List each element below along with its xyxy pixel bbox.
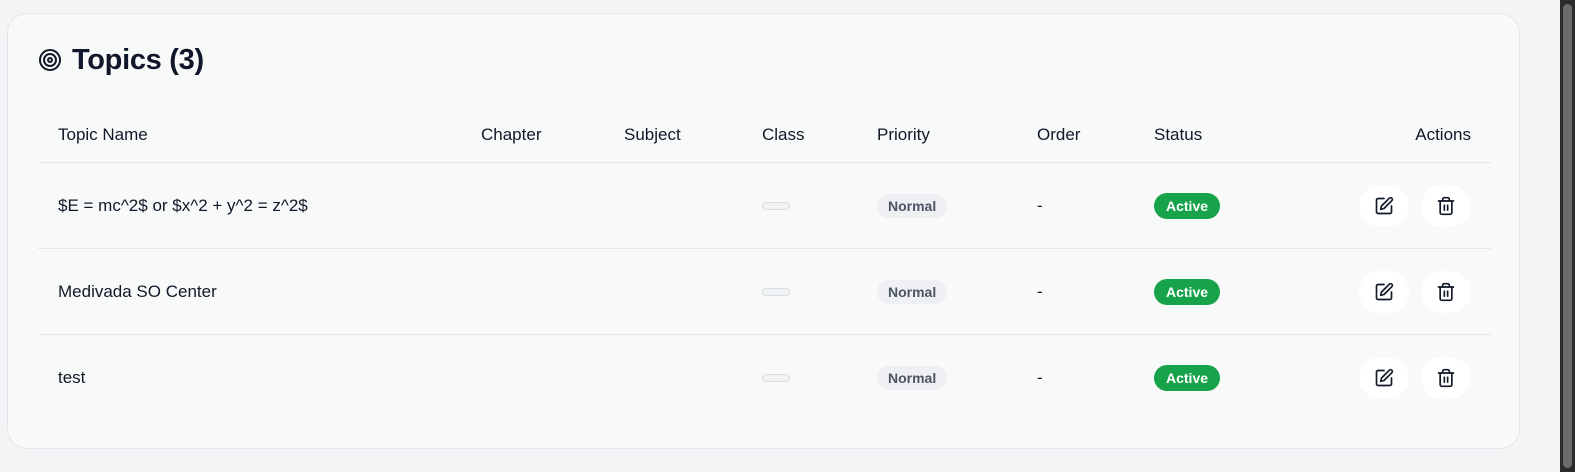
edit-icon <box>1375 196 1394 214</box>
edit-icon <box>1375 368 1394 386</box>
cell-actions <box>1359 335 1471 420</box>
table-row: Medivada SO Center Normal - Active <box>38 249 1491 335</box>
cell-priority: Normal <box>877 335 948 420</box>
header-order: Order <box>1037 125 1081 144</box>
header-subject: Subject <box>624 125 681 144</box>
table-row: $E = mc^2$ or $x^2 + y^2 = z^2$ Normal -… <box>38 163 1491 249</box>
cell-class <box>762 335 790 420</box>
cell-topic-name: Medivada SO Center <box>58 281 217 301</box>
topics-table: Topic Name Chapter Subject Class Priorit… <box>38 106 1491 421</box>
cell-topic-name: test <box>58 367 86 387</box>
cell-topic-name: $E = mc^2$ or $x^2 + y^2 = z^2$ <box>58 195 308 215</box>
class-chip <box>762 287 790 296</box>
delete-button[interactable] <box>1421 270 1471 313</box>
priority-badge: Normal <box>877 279 948 304</box>
table-row: test Normal - Active <box>38 335 1491 421</box>
header-topic-name: Topic Name <box>58 125 148 144</box>
cell-status: Active <box>1154 163 1221 248</box>
cell-actions <box>1359 163 1471 248</box>
cell-status: Active <box>1154 335 1221 420</box>
cell-order: - <box>1037 195 1043 215</box>
cell-order: - <box>1037 281 1043 301</box>
priority-badge: Normal <box>877 365 948 390</box>
page: Topics (3) Topic Name Chapter Subject Cl… <box>0 0 1575 472</box>
header-status: Status <box>1154 125 1203 144</box>
target-icon <box>38 48 62 72</box>
class-chip <box>762 201 790 210</box>
delete-button[interactable] <box>1421 356 1471 399</box>
header-priority: Priority <box>877 125 930 144</box>
cell-class <box>762 163 790 248</box>
header-class: Class <box>762 125 805 144</box>
header-chapter: Chapter <box>481 125 542 144</box>
cell-class <box>762 249 790 334</box>
status-badge: Active <box>1154 278 1221 305</box>
delete-button[interactable] <box>1421 184 1471 227</box>
trash-icon <box>1437 196 1455 215</box>
edit-button[interactable] <box>1359 356 1409 399</box>
table-header: Topic Name Chapter Subject Class Priorit… <box>38 106 1491 163</box>
card-header: Topics (3) <box>38 44 204 76</box>
cell-order: - <box>1037 367 1043 387</box>
status-badge: Active <box>1154 364 1221 391</box>
trash-icon <box>1437 282 1455 301</box>
trash-icon <box>1437 368 1455 387</box>
status-badge: Active <box>1154 192 1221 219</box>
edit-icon <box>1375 282 1394 300</box>
scrollbar-thumb[interactable] <box>1563 4 1572 468</box>
cell-status: Active <box>1154 249 1221 334</box>
cell-priority: Normal <box>877 249 948 334</box>
card-title: Topics (3) <box>72 43 204 76</box>
priority-badge: Normal <box>877 193 948 218</box>
edit-button[interactable] <box>1359 184 1409 227</box>
cell-priority: Normal <box>877 163 948 248</box>
edit-button[interactable] <box>1359 270 1409 313</box>
page-scrollbar[interactable] <box>1560 0 1575 472</box>
class-chip <box>762 373 790 382</box>
cell-actions <box>1359 249 1471 334</box>
topics-card: Topics (3) Topic Name Chapter Subject Cl… <box>7 13 1520 449</box>
table-body: $E = mc^2$ or $x^2 + y^2 = z^2$ Normal -… <box>38 163 1491 421</box>
header-actions: Actions <box>1415 125 1471 144</box>
